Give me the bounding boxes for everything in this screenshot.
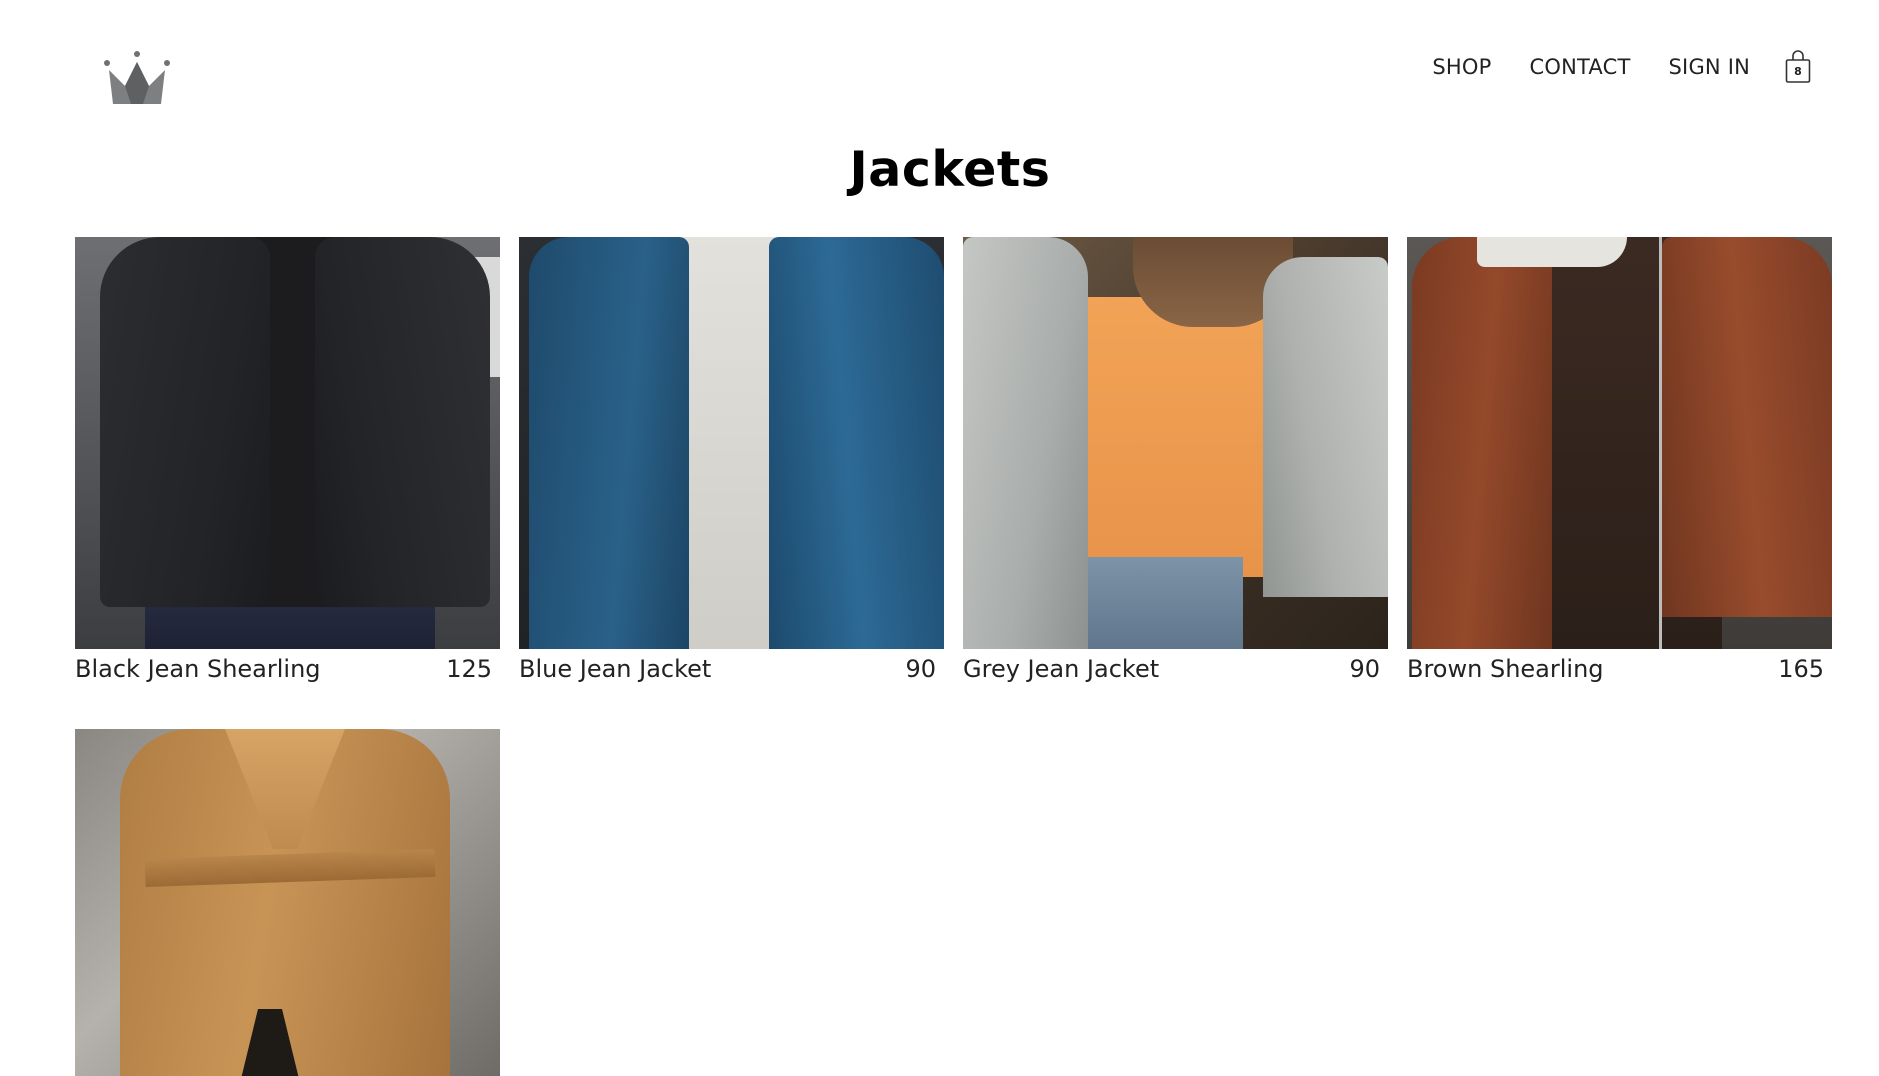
product-footer: Black Jean Shearling 125: [75, 649, 500, 689]
product-price: 90: [1349, 655, 1380, 683]
product-footer: Brown Shearling 165: [1407, 649, 1832, 689]
product-price: 165: [1778, 655, 1824, 683]
page: SHOP CONTACT SIGN IN 8 Jackets Black Jea…: [0, 0, 1879, 1076]
main-nav: SHOP CONTACT SIGN IN 8: [1394, 50, 1811, 84]
product-card[interactable]: Blue Jean Jacket 90: [519, 237, 944, 689]
product-image[interactable]: [519, 237, 944, 649]
product-name: Blue Jean Jacket: [519, 655, 712, 683]
product-image[interactable]: [963, 237, 1388, 649]
product-name: Black Jean Shearling: [75, 655, 321, 683]
product-name: Brown Shearling: [1407, 655, 1604, 683]
nav-shop-link[interactable]: SHOP: [1432, 55, 1491, 79]
product-price: 125: [446, 655, 492, 683]
product-name: Grey Jean Jacket: [963, 655, 1160, 683]
nav-contact-link[interactable]: CONTACT: [1530, 55, 1631, 79]
product-footer: Grey Jean Jacket 90: [963, 649, 1388, 689]
product-footer: Blue Jean Jacket 90: [519, 649, 944, 689]
product-card[interactable]: Brown Shearling 165: [1407, 237, 1832, 689]
product-image[interactable]: [75, 729, 500, 1076]
product-image[interactable]: [75, 237, 500, 649]
cart-button[interactable]: 8: [1785, 50, 1811, 84]
nav-sign-in-link[interactable]: SIGN IN: [1669, 55, 1750, 79]
page-title: Jackets: [849, 141, 1051, 198]
product-price: 90: [905, 655, 936, 683]
cart-count-badge: 8: [1794, 65, 1802, 78]
product-card[interactable]: [75, 729, 500, 1076]
product-grid: Black Jean Shearling 125 Blue Jean Jacke…: [75, 237, 1832, 1076]
product-image[interactable]: [1407, 237, 1832, 649]
product-card[interactable]: Black Jean Shearling 125: [75, 237, 500, 689]
product-card[interactable]: Grey Jean Jacket 90: [963, 237, 1388, 689]
crown-icon[interactable]: [103, 50, 171, 104]
